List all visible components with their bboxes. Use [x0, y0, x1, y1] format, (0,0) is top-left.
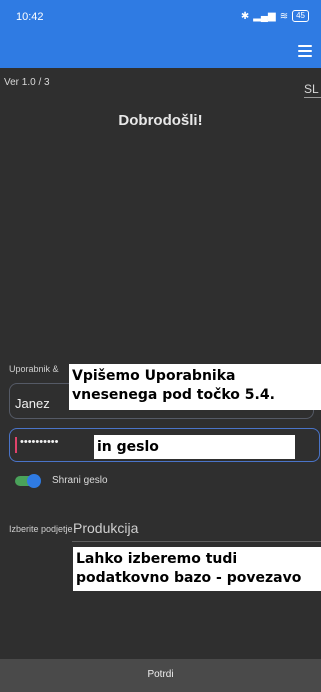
annotation-db-line2: podatkovno bazo - povezavo — [76, 570, 302, 586]
status-bar: 10:42 ✱ ▂▄▆ ≋ 45 — [0, 0, 321, 38]
toggle-knob — [27, 474, 41, 488]
company-value: Produkcija — [73, 520, 139, 536]
password-value: •••••••••• — [20, 436, 59, 448]
annotation-user-line1: Vpišemo Uporabnika — [72, 368, 236, 384]
version-label: Ver 1.0 / 3 — [4, 77, 50, 88]
remember-password-label: Shrani geslo — [52, 475, 108, 486]
app-bar — [0, 38, 321, 68]
battery-icon: 45 — [292, 10, 309, 22]
confirm-label: Potrdi — [147, 669, 174, 680]
username-label: Uporabnik & — [9, 364, 59, 374]
status-icons: ✱ ▂▄▆ ≋ 45 — [241, 10, 309, 22]
company-select[interactable]: Produkcija — [72, 517, 321, 542]
username-value: Janez — [15, 396, 50, 411]
annotation-user-line2: vnesenega pod točko 5.4. — [72, 387, 275, 403]
annotation-db-line1: Lahko izberemo tudi — [76, 551, 238, 567]
signal-icon: ▂▄▆ — [253, 10, 276, 22]
remember-password-toggle[interactable] — [15, 474, 41, 488]
wifi-icon: ≋ — [279, 10, 289, 22]
confirm-button[interactable]: Potrdi — [0, 659, 321, 692]
annotation-db: Lahko izberemo tudi podatkovno bazo - po… — [73, 547, 321, 591]
welcome-title: Dobrodošli! — [118, 112, 203, 129]
text-caret — [15, 437, 17, 453]
annotation-password: in geslo — [94, 435, 295, 459]
hamburger-menu-icon[interactable] — [298, 45, 312, 59]
bluetooth-icon: ✱ — [240, 10, 250, 22]
company-label: Izberite podjetje — [9, 524, 73, 534]
status-time: 10:42 — [16, 11, 44, 23]
language-selector[interactable]: SL — [304, 82, 321, 98]
annotation-user: Vpišemo Uporabnika vnesenega pod točko 5… — [69, 364, 321, 410]
annotation-password-text: in geslo — [97, 439, 159, 455]
